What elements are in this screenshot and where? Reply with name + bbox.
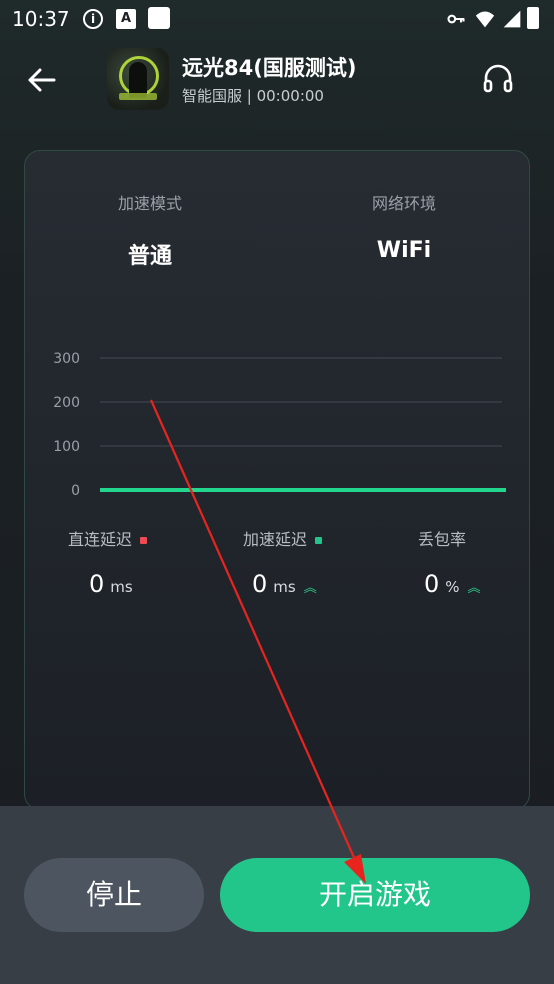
back-button[interactable] (22, 62, 62, 98)
status-bar: 10:37 i A (0, 0, 554, 38)
start-game-button[interactable]: 开启游戏 (220, 858, 530, 932)
battery-icon (527, 7, 539, 29)
boost-latency-label: 加速延迟 (243, 526, 323, 550)
network-value: WiFi (376, 238, 432, 263)
game-subtitle: 智能国服 | 00:00:00 (182, 87, 324, 105)
game-thumbnail (107, 48, 169, 110)
game-title: 远光84(国服测试) (182, 56, 357, 80)
direct-latency-dot (140, 537, 148, 544)
status-time: 10:37 (12, 7, 70, 31)
notification-square-icon (148, 7, 170, 29)
stop-button[interactable]: 停止 (24, 858, 204, 932)
boost-latency-value: 0 ms ︽ (252, 570, 317, 598)
direct-latency-value: 0 ms (89, 570, 133, 598)
y-tick-label: 0 (71, 483, 80, 499)
customer-support-button[interactable] (481, 62, 515, 96)
boost-latency-dot (315, 537, 323, 544)
y-tick-label: 200 (53, 395, 80, 411)
direct-latency-label: 直连延迟 (68, 526, 148, 550)
info-icon: i (83, 9, 103, 29)
wifi-icon (475, 11, 495, 28)
chevron-up-double-icon: ︽ (467, 581, 481, 596)
packet-loss-label: 丢包率 (418, 530, 467, 549)
chevron-up-double-icon: ︽ (303, 581, 317, 596)
a-letter-icon: A (116, 9, 136, 29)
latency-chart: 300 200 100 0 (53, 351, 506, 499)
key-icon (447, 14, 465, 24)
network-label: 网络环境 (371, 194, 436, 213)
y-tick-label: 100 (53, 439, 80, 455)
arrow-left-icon (28, 68, 56, 92)
screen: 10:37 i A 远光84(国服测试) 智能国服 | 00:00:00 加速模… (0, 0, 554, 984)
headset-icon (483, 64, 513, 93)
y-tick-label: 300 (53, 351, 80, 367)
mode-label: 加速模式 (117, 194, 182, 213)
packet-loss-value: 0% ︽ (424, 570, 481, 598)
mode-value[interactable]: 普通 (70, 238, 230, 270)
signal-icon (503, 10, 521, 28)
